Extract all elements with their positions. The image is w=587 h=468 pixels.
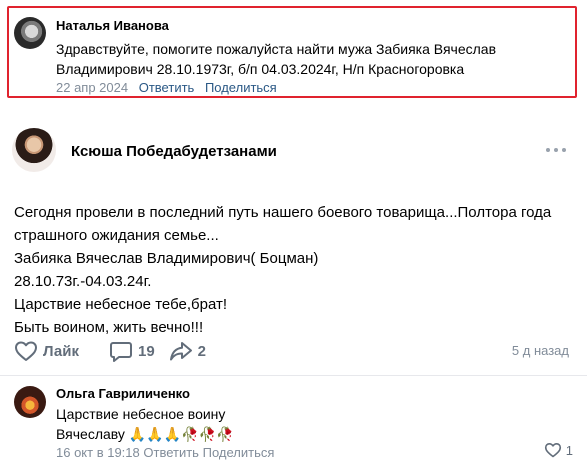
share-arrow-icon (169, 342, 192, 361)
comments-button[interactable]: 19 (109, 340, 155, 362)
avatar[interactable] (12, 128, 56, 172)
comment-like-button[interactable]: 1 (544, 442, 573, 458)
like-button[interactable]: Лайк (14, 340, 79, 362)
post-date[interactable]: 5 д назад (512, 343, 569, 358)
comment-text-line: Царствие небесное воину (56, 406, 226, 422)
post-text-line: Сегодня провели в последний путь нашего … (14, 204, 552, 221)
comment-text-line: Владимирович 28.10.1973г, б/п 04.03.2024… (56, 61, 465, 77)
post-text-line: Забияка Вячеслав Владимирович( Боцман) (14, 250, 319, 267)
like-label: Лайк (43, 342, 79, 360)
post-body: Сегодня провели в последний путь нашего … (14, 201, 580, 339)
comment-text: Здравствуйте, помогите пожалуйста найти … (56, 39, 556, 79)
comment-icon (109, 342, 132, 362)
comment-text-word: Вячеславу (56, 426, 125, 442)
comment-meta: 16 окт в 19:18 Ответить Поделиться (56, 445, 274, 460)
reply-link[interactable]: Ответить (139, 80, 195, 95)
comment-meta: 22 апр 2024 Ответить Поделиться (56, 80, 277, 95)
divider (0, 375, 587, 376)
comment-date[interactable]: 22 апр 2024 (56, 80, 128, 95)
avatar[interactable] (14, 386, 46, 418)
share-button[interactable]: 2 (169, 340, 206, 362)
post-author[interactable]: Ксюша Победабудетзанами (71, 143, 277, 160)
shares-count: 2 (197, 342, 207, 360)
post-text-line: Быть воином, жить вечно!!! (14, 319, 204, 336)
comment-author[interactable]: Наталья Иванова (56, 18, 169, 33)
share-link[interactable]: Поделиться (205, 80, 277, 95)
comment-date[interactable]: 16 окт в 19:18 (56, 445, 140, 460)
highlighted-comment: Наталья Иванова Здравствуйте, помогите п… (7, 6, 577, 98)
comment-text-line: Вячеславу 🙏🙏🙏🥀🥀🥀 (56, 424, 233, 444)
heart-icon (544, 443, 561, 458)
post-text-line: страшного ожидания семье... (14, 227, 219, 244)
comment-text-line: Здравствуйте, помогите пожалуйста найти … (56, 41, 497, 57)
share-link[interactable]: Поделиться (203, 445, 275, 460)
post-actions: Лайк 19 2 (14, 339, 220, 363)
heart-icon (15, 341, 37, 361)
comments-count: 19 (137, 342, 155, 360)
comment-author[interactable]: Ольга Гавриличенко (56, 386, 190, 401)
avatar[interactable] (14, 17, 46, 49)
post-text-line: Царствие небесное тебе,брат! (14, 296, 227, 313)
reply-link[interactable]: Ответить (143, 445, 199, 460)
more-dots-icon[interactable] (546, 142, 570, 158)
comment-text: Царствие небесное воину Вячеславу 🙏🙏🙏🥀🥀🥀 (56, 404, 233, 444)
emoji-sequence: 🙏🙏🙏🥀🥀🥀 (128, 426, 234, 442)
comment-likes-count: 1 (565, 442, 573, 458)
post-text-line: 28.10.73г.-04.03.24г. (14, 273, 152, 290)
